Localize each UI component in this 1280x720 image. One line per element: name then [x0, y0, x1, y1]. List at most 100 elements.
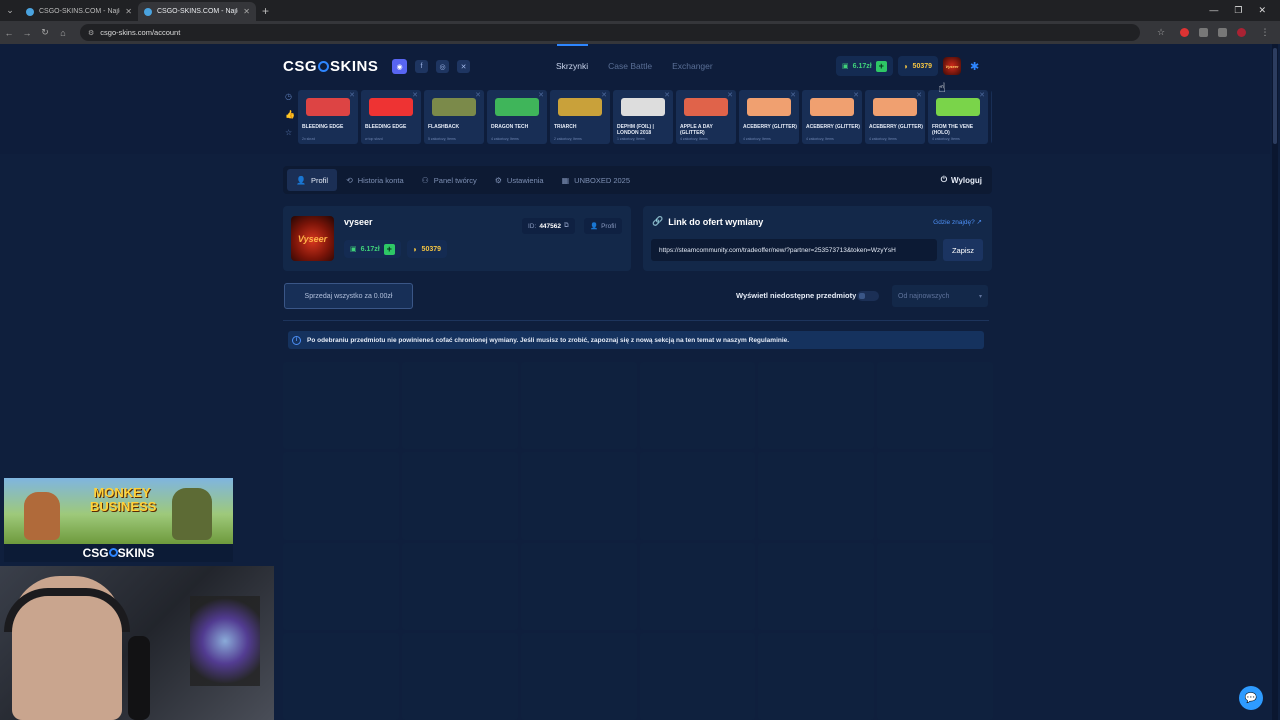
maximize-icon[interactable]: ❐: [1234, 5, 1242, 16]
drop-card[interactable]: ✕ FLASHBACK 5 zakończy, Items: [424, 90, 484, 144]
item-placeholder: [639, 632, 756, 720]
back-icon[interactable]: ←: [0, 28, 18, 38]
show-unavailable-toggle[interactable]: [857, 291, 879, 301]
new-tab-icon[interactable]: +: [256, 4, 275, 18]
logo-text-right: SKINS: [330, 58, 379, 75]
drop-card[interactable]: ✕ BLEEDING EDGE w top skrzd: [361, 90, 421, 144]
chat-bubble-icon[interactable]: 💬: [1239, 686, 1263, 710]
favorite-star-icon[interactable]: ☆: [285, 128, 295, 137]
character-art: [172, 488, 212, 540]
trade-link-input[interactable]: [651, 239, 937, 261]
balance-pill[interactable]: ▣ 6.17zł +: [836, 56, 893, 76]
coins-pill[interactable]: ◗ 50379: [897, 56, 939, 76]
drop-card[interactable]: ✕ TRIARCH 2 zakończy, Items: [550, 90, 610, 144]
save-trade-link-button[interactable]: Zapisz: [943, 239, 983, 261]
tab-unboxed-2025[interactable]: ▦ UNBOXED 2025: [553, 169, 639, 191]
close-tab-icon[interactable]: ✕: [243, 7, 250, 16]
copy-icon[interactable]: ⧉: [564, 222, 569, 230]
extension-icon[interactable]: [1180, 28, 1189, 37]
item-sub: 4 zakończy, Items: [743, 137, 771, 141]
item-name: FROM THE VENE (HOLO): [932, 124, 974, 136]
home-icon[interactable]: ⌂: [54, 28, 72, 38]
tab-ustawienia[interactable]: ⚙ Ustawienia: [486, 169, 553, 191]
profile-balance-pill[interactable]: ▣ 6.17zł +: [344, 240, 401, 258]
discord-icon[interactable]: ◉: [392, 59, 407, 74]
close-icon[interactable]: ✕: [979, 91, 985, 99]
reload-icon[interactable]: ↻: [36, 27, 54, 38]
close-tab-icon[interactable]: ✕: [125, 7, 132, 16]
deposit-plus-icon[interactable]: +: [383, 243, 395, 255]
profile-coins: 50379: [421, 245, 442, 253]
close-icon[interactable]: ✕: [349, 91, 355, 99]
trade-link-help[interactable]: Gdzie znajdę? ↗: [933, 218, 982, 226]
nav-exchanger[interactable]: Exchanger: [672, 61, 713, 71]
nav-cases[interactable]: Skrzynki: [556, 61, 588, 71]
item-placeholder: [520, 452, 637, 540]
facebook-icon[interactable]: f: [415, 60, 428, 73]
recent-clock-icon[interactable]: ◷: [285, 92, 295, 101]
drop-card[interactable]: ✕ DRAGON TECH 4 zakończy, Items: [487, 90, 547, 144]
page-scrollbar[interactable]: [1272, 44, 1278, 720]
bookmark-star-icon[interactable]: ☆: [1152, 27, 1170, 38]
tab-panel-twórcy[interactable]: ⚇ Panel twórcy: [413, 169, 486, 191]
extensions-puzzle-icon[interactable]: [1199, 28, 1208, 37]
close-icon[interactable]: ✕: [790, 91, 796, 99]
drop-card[interactable]: ✕JUI4 zak: [991, 90, 992, 144]
drop-card[interactable]: ✕ ACEBERRY (GLITTER) 4 zakończy, Items: [802, 90, 862, 144]
profile-avatar-icon[interactable]: [1237, 28, 1246, 37]
item-placeholder: [758, 362, 875, 450]
minimize-icon[interactable]: —: [1209, 5, 1218, 16]
close-icon[interactable]: ✕: [475, 91, 481, 99]
tab-label: Ustawienia: [506, 175, 544, 185]
header-avatar[interactable]: Vyseer: [943, 57, 962, 75]
item-sub: 2x skrzd: [302, 137, 316, 141]
drop-card[interactable]: ✕ ACEBERRY (GLITTER) 4 zakończy, Items: [865, 90, 925, 144]
item-image: [306, 98, 350, 116]
close-icon[interactable]: ✕: [412, 91, 418, 99]
browser-tab-active[interactable]: CSGO-SKINS.COM - Najlepsz ✕: [138, 2, 256, 21]
browser-menu-icon[interactable]: ⋮: [1256, 27, 1274, 38]
close-icon[interactable]: ✕: [538, 91, 544, 99]
address-bar[interactable]: ⚙ csgo-skins.com/account: [80, 24, 1140, 41]
close-icon[interactable]: ✕: [664, 91, 670, 99]
close-icon[interactable]: ✕: [601, 91, 607, 99]
x-twitter-icon[interactable]: ✕: [457, 60, 470, 73]
drop-card[interactable]: ✕ FROM THE VENE (HOLO) 4 zakończy, Items: [928, 90, 988, 144]
nav-case-battle[interactable]: Case Battle: [608, 61, 652, 71]
tab-historia-konta[interactable]: ⟲ Historia konta: [337, 169, 413, 191]
promo-brand: CSG SKINS: [82, 546, 155, 560]
sell-all-button[interactable]: Sprzedaj wszystko za 0.00zł: [284, 283, 413, 309]
close-window-icon[interactable]: ✕: [1258, 5, 1266, 16]
drop-card[interactable]: ✕ ACEBERRY (GLITTER) 4 zakończy, Items: [739, 90, 799, 144]
deposit-plus-icon[interactable]: +: [875, 60, 887, 72]
sort-select[interactable]: Od najnowszych ▾: [892, 285, 988, 307]
close-icon[interactable]: ✕: [853, 91, 859, 99]
close-icon[interactable]: ✕: [916, 91, 922, 99]
item-image: [432, 98, 476, 116]
steam-profile-button[interactable]: 👤 Profil: [584, 218, 622, 234]
site-logo[interactable]: CSG SKINS: [283, 58, 378, 75]
logout-button[interactable]: ⏻ Wyloguj: [941, 175, 982, 185]
browser-tab[interactable]: CSGO-SKINS.COM - Najlepsz ✕: [20, 2, 138, 21]
drop-card[interactable]: ✕ APPLE A DAY (GLITTER) 4 zakończy, Items: [676, 90, 736, 144]
account-tabs: 👤 Profil ⟲ Historia konta ⚇ Panel twórcy ⚙ Usta…: [283, 166, 992, 194]
top-like-icon[interactable]: 👍: [285, 110, 295, 119]
user-id-badge[interactable]: ID: 447562 ⧉: [522, 218, 575, 234]
drop-card[interactable]: ✕ DEPHM (FOIL) | LONDON 2018 1 zakończy, I…: [613, 90, 673, 144]
history-icon: ⟲: [346, 175, 353, 185]
drop-card[interactable]: ✕ BLEEDING EDGE 2x skrzd: [298, 90, 358, 144]
site-info-icon[interactable]: ⚙: [88, 29, 94, 37]
microphone: [128, 636, 150, 720]
tab-search-icon[interactable]: ⌄: [0, 0, 20, 21]
item-placeholder: [877, 452, 993, 540]
close-icon[interactable]: ✕: [727, 91, 733, 99]
tab-profil[interactable]: 👤 Profil: [287, 169, 338, 191]
instagram-icon[interactable]: ◎: [436, 60, 449, 73]
feed-filters: ◷ 👍 ☆: [285, 92, 295, 137]
profile-balance: 6.17zł: [360, 245, 380, 253]
settings-gear-icon[interactable]: ✱: [970, 60, 979, 73]
scrollbar-thumb[interactable]: [1273, 48, 1277, 144]
balance-value: 6.17zł: [852, 62, 872, 70]
media-icon[interactable]: [1218, 28, 1227, 37]
forward-icon[interactable]: →: [18, 28, 36, 38]
